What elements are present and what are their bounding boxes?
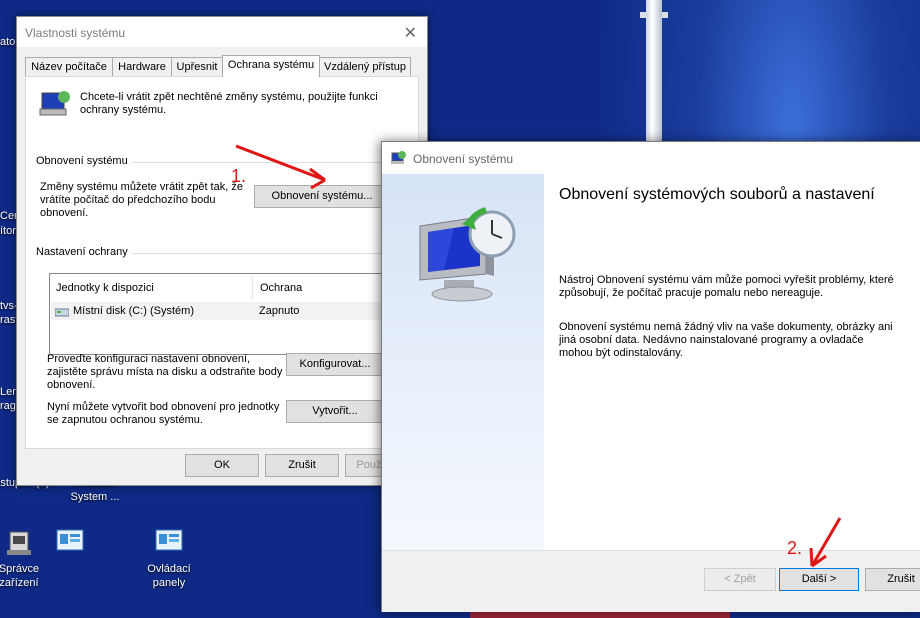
annotation-arrows bbox=[235, 144, 842, 568]
tab-system-protection[interactable]: Ochrana systému bbox=[222, 55, 320, 77]
arrow-1-icon bbox=[235, 144, 326, 190]
arrow-2-icon bbox=[809, 517, 842, 568]
